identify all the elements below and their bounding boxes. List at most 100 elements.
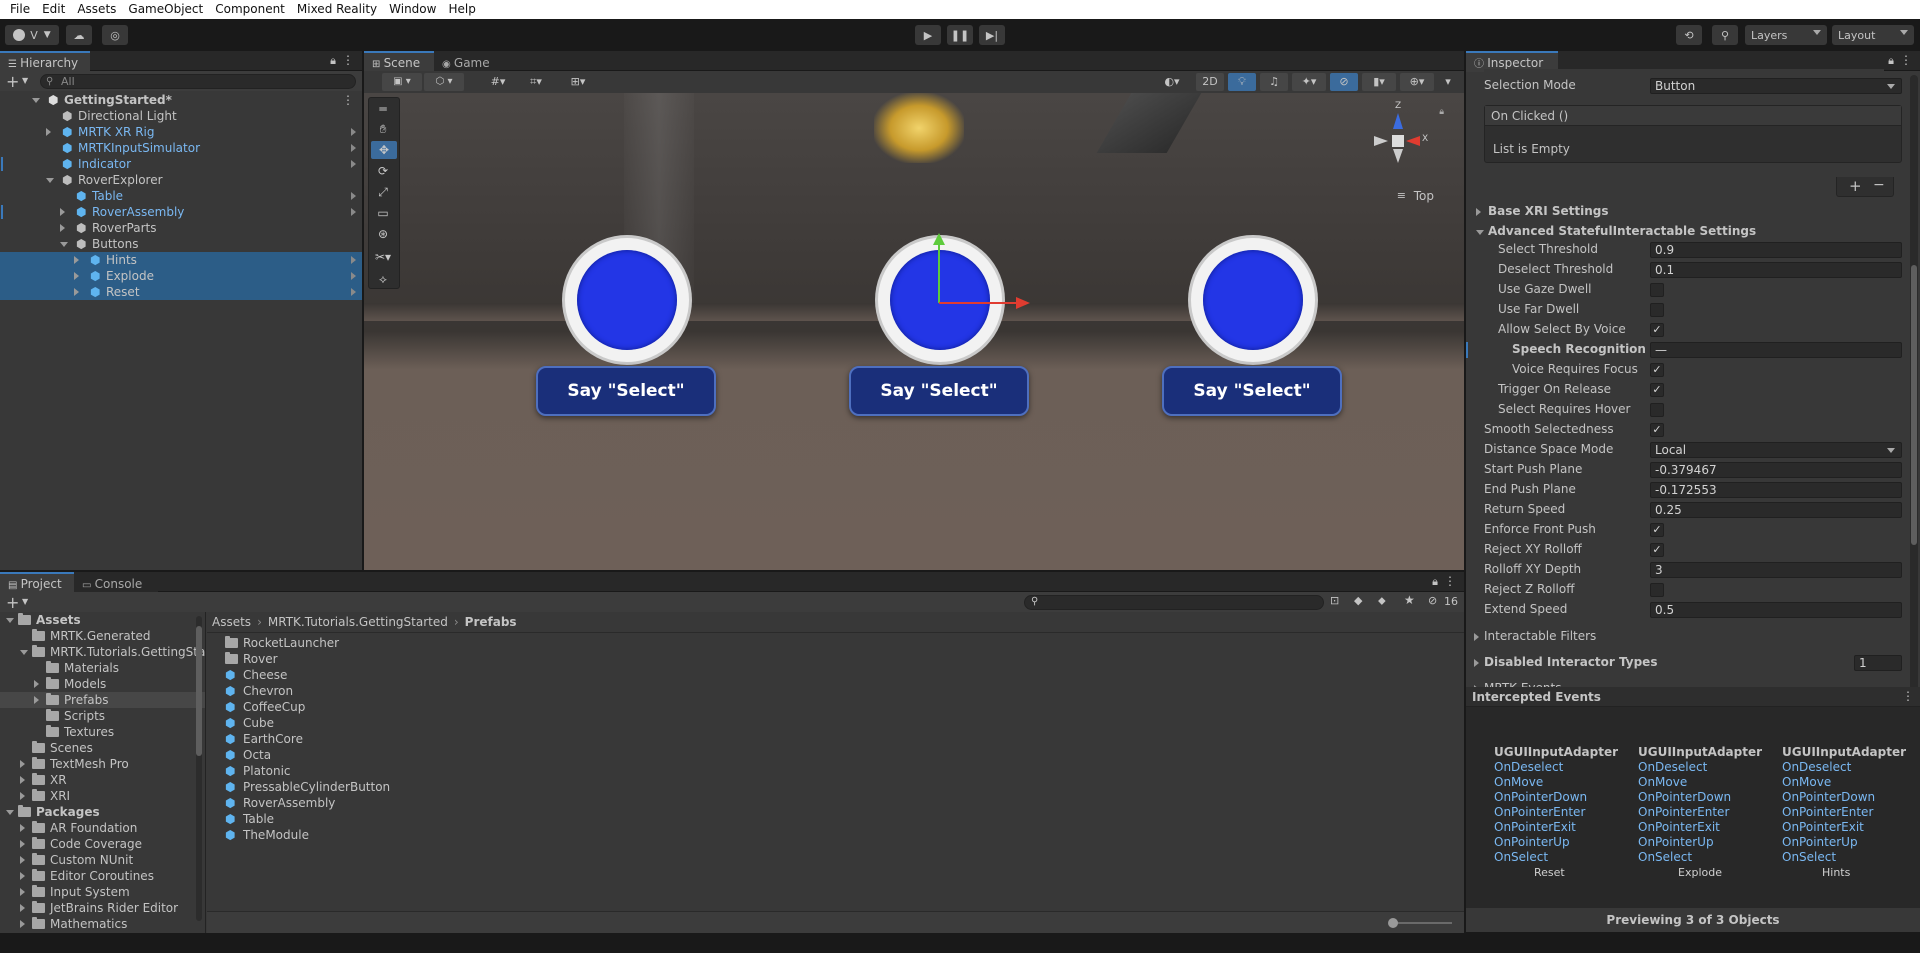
collapsed-arrow-icon[interactable]: [74, 256, 79, 264]
collab-button[interactable]: ◎: [102, 25, 128, 45]
project-tree-item[interactable]: Materials: [0, 660, 205, 676]
hierarchy-item[interactable]: ⬢ Directional Light: [0, 108, 362, 124]
file-item[interactable]: Rover: [223, 651, 1464, 667]
file-item[interactable]: ⬢ Platonic: [223, 763, 1464, 779]
breadcrumb-item[interactable]: Prefabs: [465, 615, 517, 629]
gizmos-icon[interactable]: ⊕▾: [1400, 73, 1434, 91]
hierarchy-item[interactable]: ⬢ Explode: [0, 268, 362, 284]
camera-icon[interactable]: ▮▾: [1362, 73, 1396, 91]
lock-icon[interactable]: 🔒︎: [1888, 54, 1894, 68]
hierarchy-item[interactable]: ⬢ MRTK XR Rig: [0, 124, 362, 140]
collapsed-arrow-icon[interactable]: [20, 904, 25, 912]
file-item[interactable]: ⬢ Cube: [223, 715, 1464, 731]
collapsed-arrow-icon[interactable]: [20, 760, 25, 768]
gizmo-lock-icon[interactable]: 🔒︎: [1439, 107, 1444, 117]
more-icon[interactable]: ⋮: [342, 53, 354, 67]
lock-icon[interactable]: 🔒︎: [330, 54, 336, 68]
breadcrumb-item[interactable]: Assets: [212, 615, 251, 629]
tree-scroll-thumb[interactable]: [196, 626, 202, 756]
hierarchy-item[interactable]: ⬢ Table: [0, 188, 362, 204]
project-tree-item[interactable]: MRTK.Tutorials.GettingSta: [0, 644, 205, 660]
inspector-scrollbar[interactable]: [1910, 75, 1918, 695]
menu-gameobject[interactable]: GameObject: [122, 0, 209, 19]
ruler-button[interactable]: ⊞▾: [560, 73, 596, 91]
search-by-type-icon[interactable]: ⊡: [1330, 594, 1339, 607]
collapsed-arrow-icon[interactable]: [20, 840, 25, 848]
grid-snap-button[interactable]: #▾: [480, 73, 516, 91]
project-tree-item[interactable]: Scenes: [0, 740, 205, 756]
hierarchy-item[interactable]: ⬢ Indicator: [0, 156, 362, 172]
file-item[interactable]: ⬢ TheModule: [223, 827, 1464, 843]
project-tree-item[interactable]: Packages: [0, 804, 205, 820]
file-item[interactable]: ⬢ RoverAssembly: [223, 795, 1464, 811]
collapsed-arrow-icon[interactable]: [20, 824, 25, 832]
project-tree-item[interactable]: Custom NUnit: [0, 852, 205, 868]
file-item[interactable]: ⬢ Octa: [223, 747, 1464, 763]
project-tree-item[interactable]: XR: [0, 772, 205, 788]
favorite-star-icon[interactable]: ★: [1404, 593, 1415, 607]
file-item[interactable]: RocketLauncher: [223, 635, 1464, 651]
expanded-arrow-icon[interactable]: [60, 242, 68, 247]
prefab-open-arrow-icon[interactable]: [351, 208, 356, 216]
breadcrumb-item[interactable]: MRTK.Tutorials.GettingStarted: [268, 615, 448, 629]
menu-component[interactable]: Component: [209, 0, 291, 19]
hierarchy-item[interactable]: ⬢ Reset: [0, 284, 362, 300]
chevron-down-icon[interactable]: ▼: [22, 597, 28, 606]
effects-icon[interactable]: ✦▾: [1292, 73, 1326, 91]
prefab-open-arrow-icon[interactable]: [351, 192, 356, 200]
file-item[interactable]: ⬢ CoffeeCup: [223, 699, 1464, 715]
collapsed-arrow-icon[interactable]: [60, 224, 65, 232]
visibility-icon[interactable]: ⊘: [1330, 73, 1358, 91]
tab-hierarchy[interactable]: ☰ Hierarchy: [0, 51, 90, 72]
tab-project[interactable]: ▤ Project: [0, 572, 74, 593]
orientation-gizmo[interactable]: Z X: [1366, 101, 1428, 173]
prefab-open-arrow-icon[interactable]: [351, 288, 356, 296]
menu-mixed-reality[interactable]: Mixed Reality: [291, 0, 383, 19]
scene-more-icon[interactable]: ⋮: [342, 92, 354, 108]
more-icon[interactable]: ⋮: [1444, 574, 1456, 588]
collapsed-arrow-icon[interactable]: [46, 128, 51, 136]
prefab-open-arrow-icon[interactable]: [351, 144, 356, 152]
file-item[interactable]: ⬢ PressableCylinderButton: [223, 779, 1464, 795]
hierarchy-search-input[interactable]: ⚲ All: [40, 74, 356, 89]
draw-mode-button[interactable]: ▣ ▾: [382, 73, 422, 91]
lighting-toggle[interactable]: ◐▾: [1154, 73, 1190, 91]
collapsed-arrow-icon[interactable]: [20, 920, 25, 928]
rotate-tool-icon[interactable]: ⟳: [369, 162, 397, 180]
move-gizmo-y-head[interactable]: [933, 233, 945, 245]
search-button[interactable]: ⚲: [1712, 25, 1738, 45]
file-item[interactable]: ⬢ Table: [223, 811, 1464, 827]
button-disc-hints[interactable]: [1191, 238, 1315, 362]
project-tree-item[interactable]: Textures: [0, 724, 205, 740]
menu-window[interactable]: Window: [383, 0, 442, 19]
say-select-label-3[interactable]: Say "Select": [1162, 366, 1342, 416]
layers-dropdown[interactable]: Layers: [1745, 25, 1827, 45]
toggle-2d[interactable]: 2D: [1196, 73, 1224, 91]
rect-tool-icon[interactable]: ▭: [369, 204, 397, 222]
icon-size-slider-thumb[interactable]: [1388, 918, 1398, 928]
collapsed-arrow-icon[interactable]: [34, 680, 39, 688]
hierarchy-item[interactable]: ⬢ RoverAssembly: [0, 204, 362, 220]
add-icon[interactable]: +: [6, 593, 19, 612]
move-gizmo-x[interactable]: [939, 302, 1017, 304]
expanded-arrow-icon[interactable]: [32, 98, 40, 103]
move-gizmo-y[interactable]: [938, 241, 940, 303]
view-label[interactable]: Top: [1414, 189, 1434, 203]
project-tree-item[interactable]: TextMesh Pro: [0, 756, 205, 772]
collapsed-arrow-icon[interactable]: [34, 696, 39, 704]
project-tree-item[interactable]: Assets: [0, 612, 205, 628]
more-icon[interactable]: ⋮: [1900, 53, 1912, 67]
lock-icon[interactable]: 🔒︎: [1432, 575, 1438, 589]
transform-tool-icon[interactable]: ⊛: [369, 225, 397, 243]
icon-size-slider[interactable]: [1388, 918, 1452, 928]
collapsed-arrow-icon[interactable]: [20, 872, 25, 880]
tree-scrollbar[interactable]: [196, 616, 202, 921]
hierarchy-item[interactable]: ⬢ Buttons: [0, 236, 362, 252]
say-select-label-2[interactable]: Say "Select": [849, 366, 1029, 416]
collapsed-arrow-icon[interactable]: [20, 792, 25, 800]
history-button[interactable]: ⟲: [1676, 25, 1702, 45]
palette-drag-handle[interactable]: ═: [369, 100, 397, 118]
search-by-label-icon[interactable]: ◆: [1354, 594, 1362, 607]
expanded-arrow-icon[interactable]: [20, 650, 28, 655]
menu-help[interactable]: Help: [442, 0, 481, 19]
